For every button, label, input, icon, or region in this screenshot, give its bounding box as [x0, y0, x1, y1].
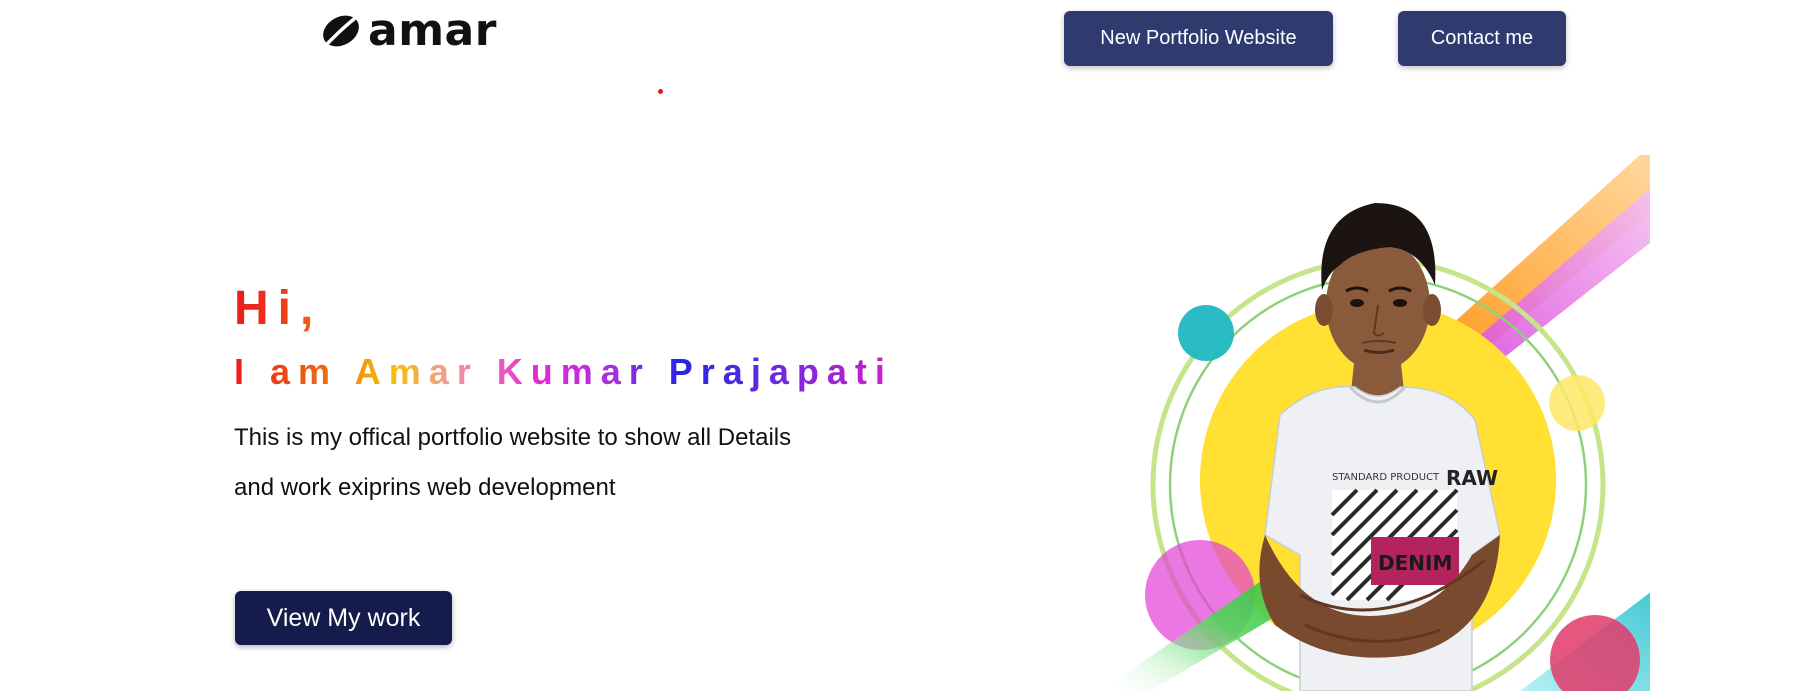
portfolio-page: amar New Portfolio Website Contact me Hi…	[0, 0, 1793, 691]
yellow-dot	[1549, 375, 1605, 431]
greeting-heading: Hi,	[234, 282, 323, 335]
shirt-text-raw: RAW	[1446, 466, 1498, 490]
shirt-text-denim: DENIM	[1378, 551, 1452, 575]
coffee-bean-icon	[323, 15, 359, 47]
site-logo[interactable]: amar	[320, 5, 497, 56]
contact-me-button[interactable]: Contact me	[1398, 11, 1566, 66]
new-portfolio-website-button[interactable]: New Portfolio Website	[1064, 11, 1333, 66]
shirt-stripes-graphic: DENIM	[1330, 488, 1459, 602]
hero-portrait-illustration: STANDARD PRODUCT RAW DENIM	[1100, 155, 1650, 691]
hero-description-line-2: and work exiprins web development	[234, 474, 616, 501]
teal-dot	[1178, 305, 1234, 361]
hero-description: This is my offical portfolio website to …	[234, 413, 874, 513]
view-my-work-button[interactable]: View My work	[235, 591, 452, 645]
logo-text: amar	[368, 5, 497, 56]
shirt-text-standard: STANDARD PRODUCT	[1332, 472, 1440, 483]
name-heading: I am Amar Kumar Prajapati	[234, 351, 893, 392]
decorative-dot	[658, 89, 663, 94]
hero-description-line-1: This is my offical portfolio website to …	[234, 424, 792, 451]
